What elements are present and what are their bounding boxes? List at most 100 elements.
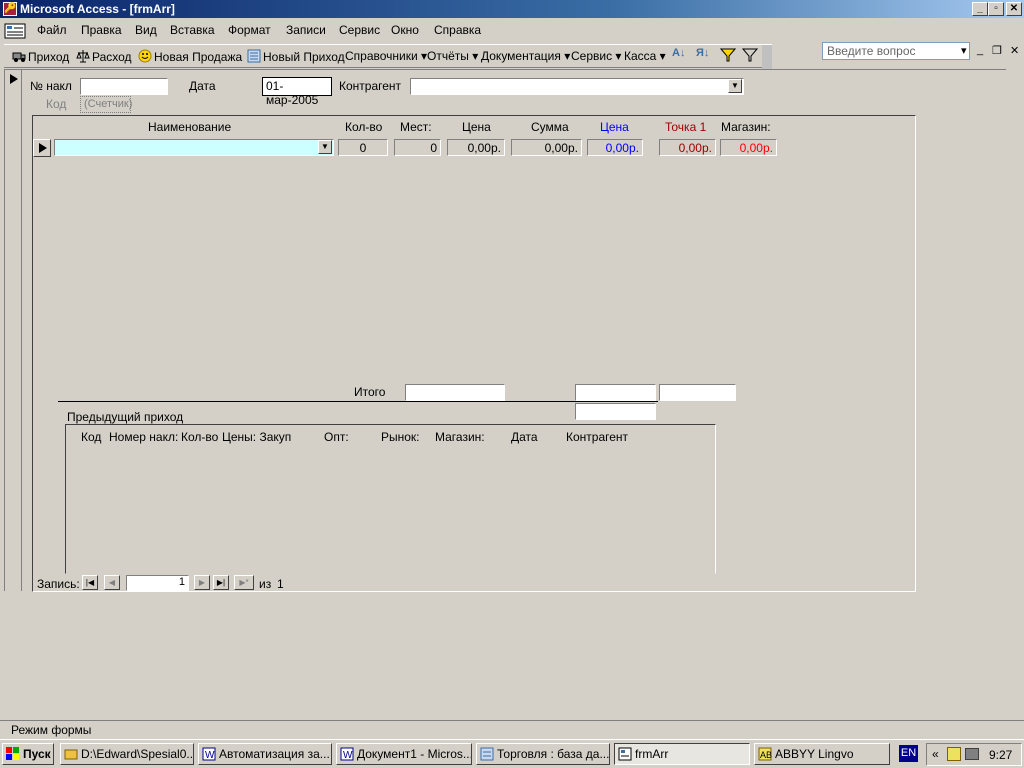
last-record-button[interactable]: ▶| — [213, 575, 229, 590]
language-indicator[interactable]: EN — [899, 745, 918, 762]
toolbar-service-menu[interactable]: Сервис ▾ — [571, 49, 621, 63]
status-bar: Режим формы — [0, 720, 1024, 738]
nakl-label: № накл — [30, 79, 72, 93]
ask-dropdown-icon[interactable]: ▾ — [961, 44, 967, 57]
row-sum-cell[interactable]: 0,00р. — [511, 139, 582, 156]
col-header-shop: Магазин: — [721, 120, 771, 134]
record-number-input[interactable]: 1 — [126, 575, 189, 591]
toolbar-arrival-button[interactable]: Приход — [12, 49, 69, 64]
kod-field[interactable]: (Счетчик) — [80, 96, 132, 113]
total-sum-field[interactable] — [405, 384, 505, 401]
next-record-button[interactable]: ▶ — [194, 575, 210, 590]
taskbar: Пуск D:\Edward\Spesial0... W Автоматизаци… — [0, 739, 1024, 768]
mdi-close-button[interactable]: ✕ — [1010, 44, 1019, 57]
total-price2-field[interactable] — [575, 384, 656, 401]
form-icon[interactable] — [4, 23, 26, 39]
sort-ascending-icon[interactable]: A↓ — [672, 47, 685, 59]
record-selector[interactable] — [4, 69, 22, 591]
toolbar-documentation-menu[interactable]: Документация ▾ — [481, 49, 570, 63]
menu-window[interactable]: Окно — [391, 23, 419, 37]
task-word-document[interactable]: W Документ1 - Micros... — [336, 743, 472, 765]
svg-text:AB: AB — [760, 750, 772, 760]
nakl-input[interactable] — [80, 78, 168, 95]
window-title: Microsoft Access - [frmArr] — [20, 2, 175, 16]
tray-lingvo-icon[interactable] — [947, 747, 961, 761]
folder-icon — [64, 747, 78, 761]
kontragent-dropdown-icon[interactable]: ▼ — [728, 79, 742, 93]
prev-col-code: Код — [81, 430, 102, 444]
previous-subform — [65, 424, 716, 574]
toolbar-reports-menu[interactable]: Отчёты ▾ — [427, 49, 478, 63]
prev-col-wholesale: Опт: — [324, 430, 349, 444]
record-nav-label: Запись: — [37, 577, 80, 591]
row-qty-cell[interactable]: 0 — [338, 139, 388, 156]
menu-bar: Файл Правка Вид Вставка Формат Записи Се… — [0, 20, 1024, 60]
toolbar-new-sale-button[interactable]: Новая Продажа — [138, 49, 242, 64]
row-shop-cell[interactable]: 0,00р. — [720, 139, 777, 156]
minimize-button[interactable]: _ — [972, 2, 988, 16]
row-selector[interactable] — [33, 139, 51, 157]
menu-file[interactable]: Файл — [37, 23, 67, 37]
col-header-qty: Кол-во — [345, 120, 383, 134]
apply-filter-icon[interactable] — [741, 47, 759, 66]
toolbar-expense-button[interactable]: Расход — [76, 49, 132, 64]
date-label: Дата — [189, 79, 216, 93]
title-bar: 🔑 Microsoft Access - [frmArr] _ ▫ ✕ — [0, 0, 1024, 18]
menu-format[interactable]: Формат — [228, 23, 271, 37]
filter-by-selection-icon[interactable] — [719, 47, 737, 66]
task-explorer[interactable]: D:\Edward\Spesial0... — [60, 743, 194, 765]
task-access-db[interactable]: Торговля : база да... — [476, 743, 610, 765]
task-word-automation[interactable]: W Автоматизация за... — [198, 743, 332, 765]
date-input[interactable]: 01-мар-2005 — [262, 77, 332, 107]
total-extra-field[interactable] — [575, 403, 656, 420]
svg-text:W: W — [343, 750, 353, 761]
toolbar-directories-menu[interactable]: Справочники ▾ — [345, 49, 427, 63]
record-total: 1 — [277, 577, 284, 591]
row-name-combo[interactable] — [54, 139, 334, 156]
prev-record-button[interactable]: ◀ — [104, 575, 120, 590]
menu-help[interactable]: Справка — [434, 23, 481, 37]
kod-label: Код — [46, 97, 67, 111]
prev-col-market: Рынок: — [381, 430, 420, 444]
maximize-button[interactable]: ▫ — [988, 2, 1004, 16]
kontragent-combo[interactable] — [410, 78, 744, 95]
scales-icon — [76, 49, 90, 63]
menu-edit[interactable]: Правка — [81, 23, 122, 37]
toolbar-options-icon[interactable] — [762, 45, 772, 69]
ask-question-input[interactable]: Введите вопрос — [822, 42, 970, 60]
start-button[interactable]: Пуск — [2, 743, 54, 765]
row-point1-cell[interactable]: 0,00р. — [659, 139, 716, 156]
svg-text:W: W — [205, 750, 215, 761]
form-icon — [247, 49, 261, 63]
lingvo-icon: AB — [758, 747, 772, 761]
menu-tools[interactable]: Сервис — [339, 23, 380, 37]
toolbar-new-arrival-button[interactable]: Новый Приход — [247, 49, 345, 64]
close-button[interactable]: ✕ — [1006, 2, 1022, 16]
row-places-cell[interactable]: 0 — [394, 139, 441, 156]
form-icon — [618, 747, 632, 761]
row-price2-cell[interactable]: 0,00р. — [587, 139, 643, 156]
menu-records[interactable]: Записи — [286, 23, 326, 37]
clock: 9:27 — [989, 748, 1013, 762]
tray-network-icon[interactable] — [965, 748, 979, 760]
menu-view[interactable]: Вид — [135, 23, 157, 37]
tray-expand-icon[interactable]: « — [932, 747, 939, 761]
mdi-restore-button[interactable]: ❐ — [992, 44, 1002, 57]
sort-descending-icon[interactable]: Я↓ — [696, 47, 709, 59]
mdi-minimize-button[interactable]: _ — [977, 44, 983, 56]
kontragent-label: Контрагент — [339, 79, 402, 93]
record-of-label: из — [259, 577, 272, 591]
truck-icon — [12, 49, 26, 63]
name-dropdown-icon[interactable]: ▼ — [318, 140, 332, 154]
total-point1-field[interactable] — [659, 384, 736, 401]
task-lingvo[interactable]: AB ABBYY Lingvo — [754, 743, 890, 765]
prev-col-shop: Магазин: — [435, 430, 485, 444]
task-frmarr[interactable]: frmArr — [614, 743, 750, 765]
menu-insert[interactable]: Вставка — [170, 23, 215, 37]
smiley-icon — [138, 49, 152, 63]
row-price-cell[interactable]: 0,00р. — [447, 139, 505, 156]
access-key-icon[interactable]: 🔑 — [3, 2, 17, 16]
first-record-button[interactable]: |◀ — [82, 575, 98, 590]
new-record-button[interactable]: ▶* — [234, 575, 254, 590]
toolbar-cash-menu[interactable]: Касса ▾ — [624, 49, 666, 63]
